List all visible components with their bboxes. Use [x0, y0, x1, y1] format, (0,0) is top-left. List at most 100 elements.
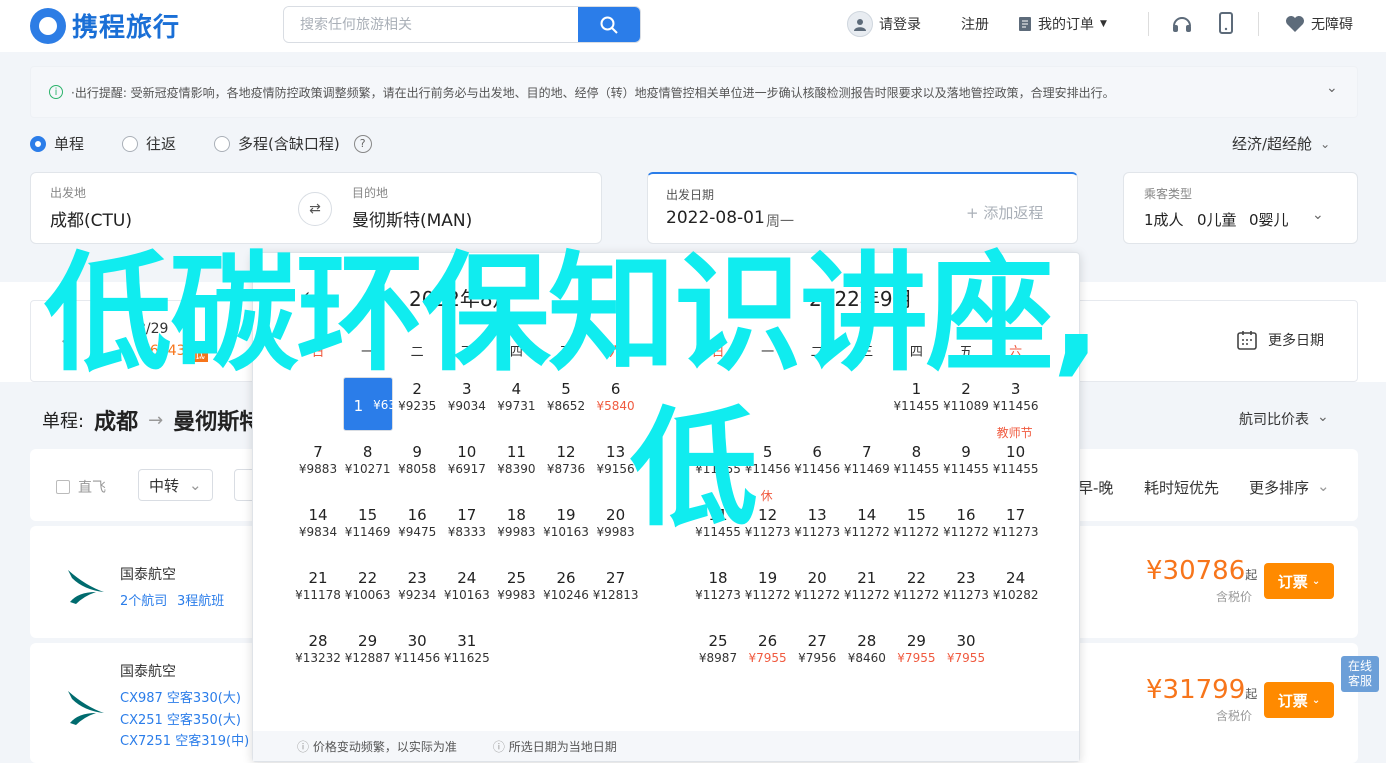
airline-compare-link[interactable]: 航司比价表 ⌄	[1239, 409, 1329, 429]
september-day-cell[interactable]: 7 ¥11469	[842, 440, 892, 494]
my-orders-menu[interactable]: 我的订单 ▼	[1018, 14, 1107, 34]
swap-button[interactable]: ⇄	[298, 192, 332, 226]
august-day-cell[interactable]: 12 ¥8736	[541, 440, 591, 494]
day-number: 23	[407, 569, 427, 587]
august-day-cell[interactable]: 30 ¥11456	[392, 629, 442, 683]
september-day-cell[interactable]: 17 ¥11273	[991, 503, 1041, 557]
september-day-cell[interactable]: 6 ¥11456	[792, 440, 842, 494]
day-number: 10	[1006, 443, 1026, 461]
tax-label: 含税价	[1216, 709, 1253, 723]
august-day-cell[interactable]: 17 ¥8333	[442, 503, 492, 557]
september-day-cell[interactable]: 22 ¥11272	[891, 566, 941, 620]
book-button[interactable]: 订票 ⌄	[1264, 563, 1334, 599]
notice-chevron-down-icon[interactable]: ⌄	[1326, 80, 1338, 96]
from-field[interactable]: 出发地 成都(CTU)	[30, 172, 316, 244]
search-button[interactable]	[578, 7, 640, 42]
august-day-cell[interactable]: 29 ¥12887	[343, 629, 393, 683]
logo-text: 携程旅行	[72, 13, 181, 43]
date-field[interactable]: 出发日期 2022-08-01 周一 + 添加返程	[647, 172, 1078, 244]
september-day-cell[interactable]: 16 ¥11272	[941, 503, 991, 557]
august-day-cell[interactable]: 7 ¥9883	[293, 440, 343, 494]
day-price: ¥13232	[295, 651, 341, 665]
august-day-cell[interactable]: 9 ¥8058	[392, 440, 442, 494]
august-day-cell[interactable]: 19 ¥10163	[541, 503, 591, 557]
phone-icon[interactable]	[1219, 12, 1233, 38]
direct-filter[interactable]: 直飞	[56, 477, 106, 497]
book-button[interactable]: 订票 ⌄	[1264, 682, 1334, 718]
date-value: 2022-08-01	[666, 208, 765, 228]
register-link[interactable]: 注册	[961, 14, 989, 34]
day-number: 12	[556, 443, 576, 461]
sort-early-late[interactable]: 早-晚	[1078, 477, 1113, 498]
august-day-cell[interactable]: 10 ¥6917	[442, 440, 492, 494]
september-day-cell[interactable]: 30 ¥7955	[941, 629, 991, 683]
cabin-select[interactable]: 经济/超经舱 ⌄	[1232, 133, 1330, 154]
more-sort-select[interactable]: 更多排序 ⌄	[1249, 477, 1330, 498]
day-price: ¥10282	[992, 588, 1039, 602]
september-day-cell[interactable]: 8 ¥11455	[891, 440, 941, 494]
august-day-cell[interactable]: 22 ¥10063	[343, 566, 393, 620]
september-day-cell[interactable]: 9 ¥11455	[941, 440, 991, 494]
september-day-cell[interactable]: 14 ¥11272	[842, 503, 892, 557]
accessibility-link[interactable]: 无障碍	[1285, 14, 1353, 34]
august-day-cell[interactable]: 28 ¥13232	[293, 629, 343, 683]
search-input[interactable]	[284, 7, 580, 42]
transfer-select[interactable]: 中转 ⌄	[138, 469, 213, 501]
airline-count-link[interactable]: 2个航司	[120, 590, 167, 609]
site-logo[interactable]: 携程旅行	[30, 7, 180, 44]
passenger-field[interactable]: 乘客类型 1成人 0儿童 0婴儿 ⌄	[1123, 172, 1358, 244]
august-day-cell[interactable]: 27 ¥12813	[591, 566, 641, 620]
august-day-cell[interactable]: 18 ¥9983	[491, 503, 541, 557]
day-number: 10	[457, 443, 477, 461]
september-day-cell[interactable]: 13 ¥11273	[792, 503, 842, 557]
september-day-cell[interactable]: 19 ¥11272	[743, 566, 793, 620]
august-day-cell[interactable]: 11 ¥8390	[491, 440, 541, 494]
cabin-label: 经济/超经舱	[1232, 135, 1313, 153]
september-day-cell[interactable]: 24 ¥10282	[991, 566, 1041, 620]
add-return-button[interactable]: + 添加返程	[966, 202, 1043, 223]
august-day-cell[interactable]: 25 ¥9983	[491, 566, 541, 620]
september-day-cell[interactable]: 18 ¥11273	[693, 566, 743, 620]
day-price: ¥10063	[344, 588, 391, 602]
day-price: ¥12887	[344, 651, 391, 665]
september-day-cell[interactable]: 29 ¥7955	[891, 629, 941, 683]
trip-roundtrip[interactable]: 往返	[122, 133, 176, 154]
trip-multi[interactable]: 多程(含缺口程) ?	[214, 133, 372, 154]
day-price: ¥11469	[843, 462, 890, 476]
day-price: ¥11273	[695, 588, 741, 602]
to-label: 目的地	[352, 186, 389, 200]
august-day-cell[interactable]: 24 ¥10163	[442, 566, 492, 620]
august-day-cell[interactable]: 21 ¥11178	[293, 566, 343, 620]
september-day-cell[interactable]: 23 ¥11273	[941, 566, 991, 620]
flight-segment-link[interactable]: CX251 空客350(大)	[120, 709, 241, 728]
august-day-cell[interactable]: 8 ¥10271	[343, 440, 393, 494]
august-day-cell[interactable]: 16 ¥9475	[392, 503, 442, 557]
headset-icon[interactable]	[1171, 14, 1193, 40]
august-day-cell[interactable]: 26 ¥10246	[541, 566, 591, 620]
day-number: 27	[606, 569, 626, 587]
september-day-cell[interactable]: 25 ¥8987	[693, 629, 743, 683]
help-icon[interactable]: ?	[353, 134, 372, 153]
august-day-cell[interactable]: 31 ¥11625	[442, 629, 492, 683]
august-day-cell[interactable]: 23 ¥9234	[392, 566, 442, 620]
to-value: 曼彻斯特(MAN)	[352, 211, 473, 231]
segments-link[interactable]: 3程航班	[177, 590, 224, 609]
trip-oneway[interactable]: 单程	[30, 133, 84, 154]
info-icon: ⓘ	[297, 739, 310, 754]
adults-value: 1成人	[1144, 211, 1184, 229]
august-day-cell[interactable]: 14 ¥9834	[293, 503, 343, 557]
flight-segment-link[interactable]: CX987 空客330(大)	[120, 687, 241, 706]
september-day-cell[interactable]: 28 ¥8460	[842, 629, 892, 683]
september-day-cell[interactable]: 10 ¥11455 教师节	[991, 426, 1041, 494]
flight-segment-link[interactable]: CX7251 空客319(中)	[120, 730, 249, 749]
september-day-cell[interactable]: 15 ¥11272	[891, 503, 941, 557]
september-day-cell[interactable]: 20 ¥11272	[792, 566, 842, 620]
sort-shortest[interactable]: 耗时短优先	[1144, 477, 1219, 498]
september-day-cell[interactable]: 21 ¥11272	[842, 566, 892, 620]
september-day-cell[interactable]: 26 ¥7955	[743, 629, 793, 683]
august-day-cell[interactable]: 15 ¥11469	[343, 503, 393, 557]
login-link[interactable]: 请登录	[847, 11, 921, 37]
online-service-button[interactable]: 在线 客服	[1341, 656, 1379, 692]
to-field[interactable]: 目的地 曼彻斯特(MAN)	[332, 172, 602, 244]
september-day-cell[interactable]: 27 ¥7956	[792, 629, 842, 683]
